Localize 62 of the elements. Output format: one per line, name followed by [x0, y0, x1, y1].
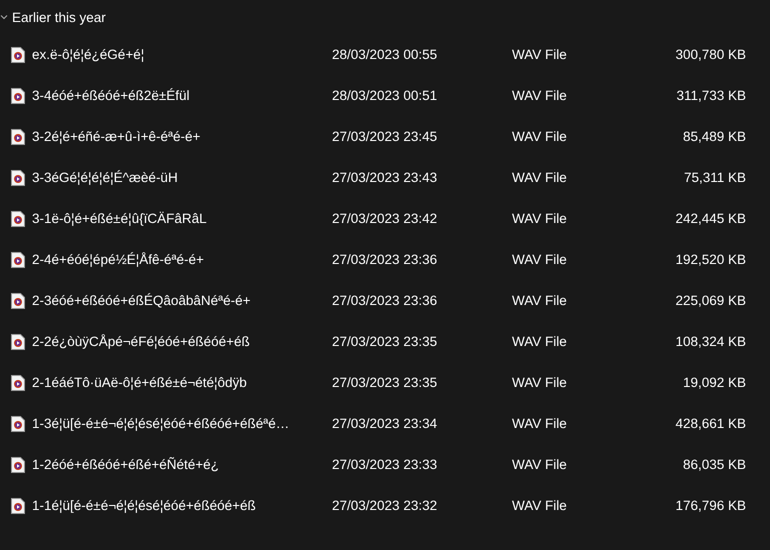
audio-file-icon — [11, 170, 25, 186]
audio-file-icon — [11, 252, 25, 268]
audio-file-icon — [11, 46, 25, 62]
date-modified: 27/03/2023 23:35 — [332, 375, 438, 390]
file-type: WAV File — [512, 293, 568, 308]
file-type: WAV File — [512, 170, 568, 185]
file-size: 108,324 KB — [674, 334, 746, 349]
date-modified: 27/03/2023 23:35 — [332, 334, 438, 349]
date-modified: 28/03/2023 00:55 — [332, 47, 438, 62]
date-modified: 27/03/2023 23:36 — [332, 293, 438, 308]
file-type: WAV File — [512, 129, 568, 144]
file-name[interactable]: 3-4éóé+éßéóé+éß2ë±Éfül — [32, 88, 332, 103]
date-modified: 28/03/2023 00:51 — [332, 88, 438, 103]
file-name[interactable]: 2-1éáéTô·üAë-ô¦é+éßé±é¬été¦ôdÿb — [32, 375, 332, 390]
file-size: 428,661 KB — [674, 416, 746, 431]
date-modified: 27/03/2023 23:32 — [332, 498, 438, 513]
file-size: 86,035 KB — [682, 457, 746, 472]
date-modified: 27/03/2023 23:33 — [332, 457, 438, 472]
file-name[interactable]: 1-2éóé+éßéóé+éßé+éÑété+é¿ — [32, 457, 332, 472]
file-type: WAV File — [512, 457, 568, 472]
audio-file-icon — [11, 292, 25, 308]
file-name[interactable]: 3-3éGé¦é¦é¦é¦É^æèé-üH — [32, 170, 332, 185]
file-type: WAV File — [512, 88, 568, 103]
file-size: 311,733 KB — [675, 88, 746, 103]
file-size: 225,069 KB — [674, 293, 746, 308]
date-modified: 27/03/2023 23:36 — [332, 252, 438, 267]
file-size: 19,092 KB — [682, 375, 746, 390]
audio-file-icon — [11, 498, 25, 514]
audio-file-icon — [11, 374, 25, 390]
audio-file-icon — [11, 456, 25, 472]
date-modified: 27/03/2023 23:42 — [332, 211, 438, 226]
date-modified: 27/03/2023 23:43 — [332, 170, 438, 185]
audio-file-icon — [11, 416, 25, 432]
file-size: 300,780 KB — [674, 47, 746, 62]
file-size: 242,445 KB — [674, 211, 746, 226]
chevron-icon[interactable] — [0, 13, 8, 21]
file-type: WAV File — [512, 416, 568, 431]
group-title[interactable]: Earlier this year — [12, 10, 106, 24]
audio-file-icon — [11, 88, 25, 104]
file-name[interactable]: 1-1é¦ü[é-é±é¬é¦é¦ésé¦éóé+éßéóé+éß — [32, 498, 332, 513]
file-size: 192,520 KB — [674, 252, 746, 267]
file-size: 85,489 KB — [682, 129, 746, 144]
file-size: 176,796 KB — [674, 498, 746, 513]
file-type: WAV File — [512, 211, 568, 226]
date-modified: 27/03/2023 23:34 — [332, 416, 438, 431]
file-name[interactable]: 1-3é¦ü[é-é±é¬é¦é¦ésé¦éóé+éßéóé+éßéªé… — [32, 416, 332, 431]
file-name[interactable]: 2-4é+éóé¦épé½É¦Åfê-éªé-é+ — [32, 252, 332, 267]
file-name[interactable]: ex.ë-ô¦é¦é¿éGé+é¦ — [32, 47, 332, 62]
audio-file-icon — [11, 334, 25, 350]
audio-file-icon — [11, 128, 25, 144]
file-name[interactable]: 3-1ë-ô¦é+éßé±é¦û{ïCÄFâRâL — [32, 211, 332, 226]
file-type: WAV File — [512, 375, 568, 390]
file-size: 75,311 KB — [682, 170, 746, 185]
file-type: WAV File — [512, 334, 568, 349]
date-modified: 27/03/2023 23:45 — [332, 129, 438, 144]
file-name[interactable]: 2-3éóé+éßéóé+éßÉQâoâbâNéªé-é+ — [32, 293, 332, 308]
file-name[interactable]: 2-2é¿òùÿCÅpé¬éFé¦éóé+éßéóé+éß — [32, 334, 332, 349]
file-name[interactable]: 3-2é¦é+éñé-æ+û-ì+ê-éªé-é+ — [32, 129, 332, 144]
file-type: WAV File — [512, 252, 568, 267]
file-type: WAV File — [512, 47, 568, 62]
audio-file-icon — [11, 210, 25, 226]
file-type: WAV File — [512, 498, 568, 513]
